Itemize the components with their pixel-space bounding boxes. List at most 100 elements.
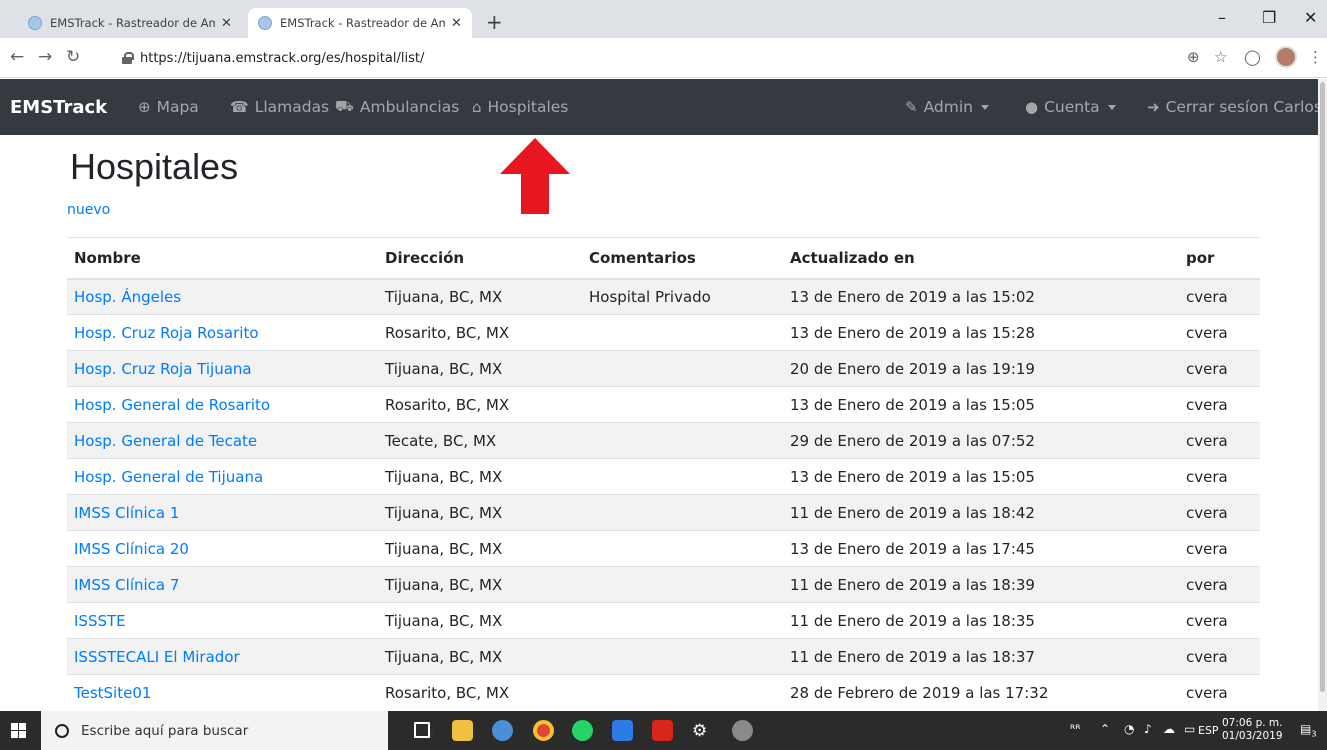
- app-navbar: EMSTrack ⊕ Mapa ☎ Llamadas ⛟ Ambulancias…: [0, 79, 1322, 135]
- comments-cell: [582, 314, 783, 351]
- restore-icon[interactable]: ❐: [1262, 8, 1276, 27]
- table-row: IMSS Clínica 20 Tijuana, BC, MX 13 de En…: [67, 530, 1260, 567]
- taskbar-search[interactable]: Escribe aquí para buscar 🎙: [41, 711, 439, 750]
- windows-start-icon[interactable]: [11, 723, 26, 738]
- chrome-icon[interactable]: [533, 720, 554, 741]
- column-header-comentarios: Comentarios: [582, 237, 783, 280]
- browser-tab[interactable]: EMSTrack - Rastreador de Ambul ✕: [18, 8, 242, 38]
- settings-gear-icon[interactable]: ⚙: [692, 721, 713, 742]
- user-cell: cvera: [1179, 494, 1260, 531]
- browser-toolbar: ← → ↻ https://tijuana.emstrack.org/es/ho…: [0, 38, 1327, 78]
- menu-dots-icon[interactable]: ⋮: [1308, 48, 1323, 66]
- system-clock[interactable]: 07:06 p. m. 01/03/2019: [1222, 717, 1283, 743]
- browser-tab-active[interactable]: EMSTrack - Rastreador de Ambul ✕: [248, 8, 472, 38]
- word-document-icon[interactable]: [612, 720, 633, 741]
- hospital-link[interactable]: IMSS Clínica 1: [74, 504, 179, 522]
- hospital-link[interactable]: ISSSTE: [74, 612, 126, 630]
- hospital-link[interactable]: IMSS Clínica 7: [74, 576, 179, 594]
- nav-item-mapa[interactable]: ⊕ Mapa: [138, 98, 199, 116]
- file-explorer-icon[interactable]: [452, 720, 473, 741]
- updated-cell: 13 de Enero de 2019 a las 15:02: [783, 278, 1179, 315]
- onedrive-icon[interactable]: ☁: [1163, 722, 1175, 736]
- user-cell: cvera: [1179, 386, 1260, 423]
- forward-arrow-icon[interactable]: →: [38, 47, 52, 67]
- back-arrow-icon[interactable]: ←: [10, 47, 24, 67]
- hospital-icon: ⌂: [472, 98, 482, 116]
- people-icon[interactable]: ᴿᴿ: [1070, 722, 1081, 736]
- chevron-up-icon[interactable]: ⌃: [1100, 722, 1110, 736]
- task-view-icon[interactable]: [414, 722, 430, 738]
- nav-item-label: Ambulancias: [359, 98, 460, 116]
- address-cell: Rosarito, BC, MX: [378, 314, 582, 351]
- column-header-actualizado: Actualizado en: [783, 237, 1179, 280]
- close-tab-icon[interactable]: ✕: [221, 16, 232, 31]
- battery-icon[interactable]: ▭: [1184, 722, 1195, 736]
- hospital-link[interactable]: Hosp. General de Tijuana: [74, 468, 263, 486]
- address-cell: Tecate, BC, MX: [378, 422, 582, 459]
- url-text: https://tijuana.emstrack.org/es/hospital…: [140, 50, 425, 66]
- address-cell: Tijuana, BC, MX: [378, 350, 582, 387]
- nav-item-logout[interactable]: ➜ Cerrar sesíon Carlos: [1147, 98, 1322, 116]
- profile-avatar[interactable]: [1275, 46, 1297, 68]
- red-arrow-annotation: [500, 138, 570, 214]
- brand-logo[interactable]: EMSTrack: [10, 97, 107, 118]
- media-player-icon[interactable]: [492, 720, 513, 741]
- table-row: Hosp. General de Tecate Tecate, BC, MX 2…: [67, 422, 1260, 459]
- hospital-link[interactable]: Hosp. Cruz Roja Rosarito: [74, 324, 259, 342]
- hospital-link[interactable]: Hosp. Ángeles: [74, 288, 181, 306]
- language-indicator[interactable]: ESP: [1198, 724, 1219, 737]
- user-icon: ●: [1025, 98, 1039, 116]
- nav-item-admin[interactable]: ✎ Admin: [905, 98, 989, 116]
- nav-item-hospitales[interactable]: ⌂ Hospitales: [472, 98, 568, 116]
- address-bar[interactable]: https://tijuana.emstrack.org/es/hospital…: [112, 44, 1177, 72]
- user-cell: cvera: [1179, 674, 1260, 711]
- hospital-link[interactable]: Hosp. General de Rosarito: [74, 396, 270, 414]
- hospital-link[interactable]: IMSS Clínica 20: [74, 540, 189, 558]
- user-cell: cvera: [1179, 278, 1260, 315]
- acrobat-icon[interactable]: [652, 720, 673, 741]
- address-cell: Tijuana, BC, MX: [378, 602, 582, 639]
- bookmark-star-icon[interactable]: ☆: [1214, 48, 1227, 66]
- wifi-icon[interactable]: ◔: [1124, 722, 1134, 736]
- table-row: Hosp. General de Tijuana Tijuana, BC, MX…: [67, 458, 1260, 495]
- comments-cell: [582, 530, 783, 567]
- tab-title: EMSTrack - Rastreador de Ambul: [50, 16, 215, 30]
- close-tab-icon[interactable]: ✕: [451, 16, 462, 31]
- column-header-por: por: [1179, 237, 1260, 280]
- scrollbar-thumb[interactable]: [1320, 82, 1325, 692]
- new-tab-icon[interactable]: +: [486, 12, 503, 32]
- hospital-link[interactable]: Hosp. General de Tecate: [74, 432, 257, 450]
- extension-icon[interactable]: ◯: [1244, 48, 1261, 66]
- paint-icon[interactable]: [732, 720, 753, 741]
- clock-time: 07:06 p. m.: [1222, 717, 1283, 729]
- chevron-down-icon: [980, 104, 989, 110]
- address-cell: Tijuana, BC, MX: [378, 566, 582, 603]
- comments-cell: [582, 494, 783, 531]
- minimize-icon[interactable]: –: [1218, 8, 1226, 27]
- address-cell: Rosarito, BC, MX: [378, 674, 582, 711]
- address-cell: Tijuana, BC, MX: [378, 458, 582, 495]
- hospital-link[interactable]: Hosp. Cruz Roja Tijuana: [74, 360, 252, 378]
- hospital-link[interactable]: TestSite01: [74, 684, 151, 702]
- whatsapp-icon[interactable]: [572, 720, 593, 741]
- volume-icon[interactable]: ♪: [1144, 722, 1152, 736]
- nav-item-ambulancias[interactable]: ⛟ Ambulancias: [335, 97, 459, 117]
- reload-icon[interactable]: ↻: [66, 47, 80, 67]
- notifications-icon[interactable]: ▤3: [1300, 722, 1316, 738]
- hospital-link[interactable]: ISSSTECALI El Mirador: [74, 648, 240, 666]
- window-close-icon[interactable]: ✕: [1304, 8, 1317, 27]
- user-cell: cvera: [1179, 422, 1260, 459]
- new-hospital-link[interactable]: nuevo: [67, 202, 110, 218]
- user-cell: cvera: [1179, 566, 1260, 603]
- comments-cell: [582, 458, 783, 495]
- table-row: IMSS Clínica 7 Tijuana, BC, MX 11 de Ene…: [67, 566, 1260, 603]
- ambulance-icon: ⛟: [335, 97, 354, 115]
- address-cell: Rosarito, BC, MX: [378, 386, 582, 423]
- windows-taskbar: Escribe aquí para buscar 🎙 ⚙ ᴿᴿ ⌃ ◔ ♪ ☁ …: [0, 711, 1327, 750]
- nav-item-cuenta[interactable]: ● Cuenta: [1025, 98, 1116, 116]
- zoom-icon[interactable]: ⊕: [1187, 48, 1200, 66]
- comments-cell: [582, 602, 783, 639]
- nav-item-llamadas[interactable]: ☎ Llamadas: [230, 98, 329, 116]
- comments-cell: [582, 350, 783, 387]
- user-cell: cvera: [1179, 530, 1260, 567]
